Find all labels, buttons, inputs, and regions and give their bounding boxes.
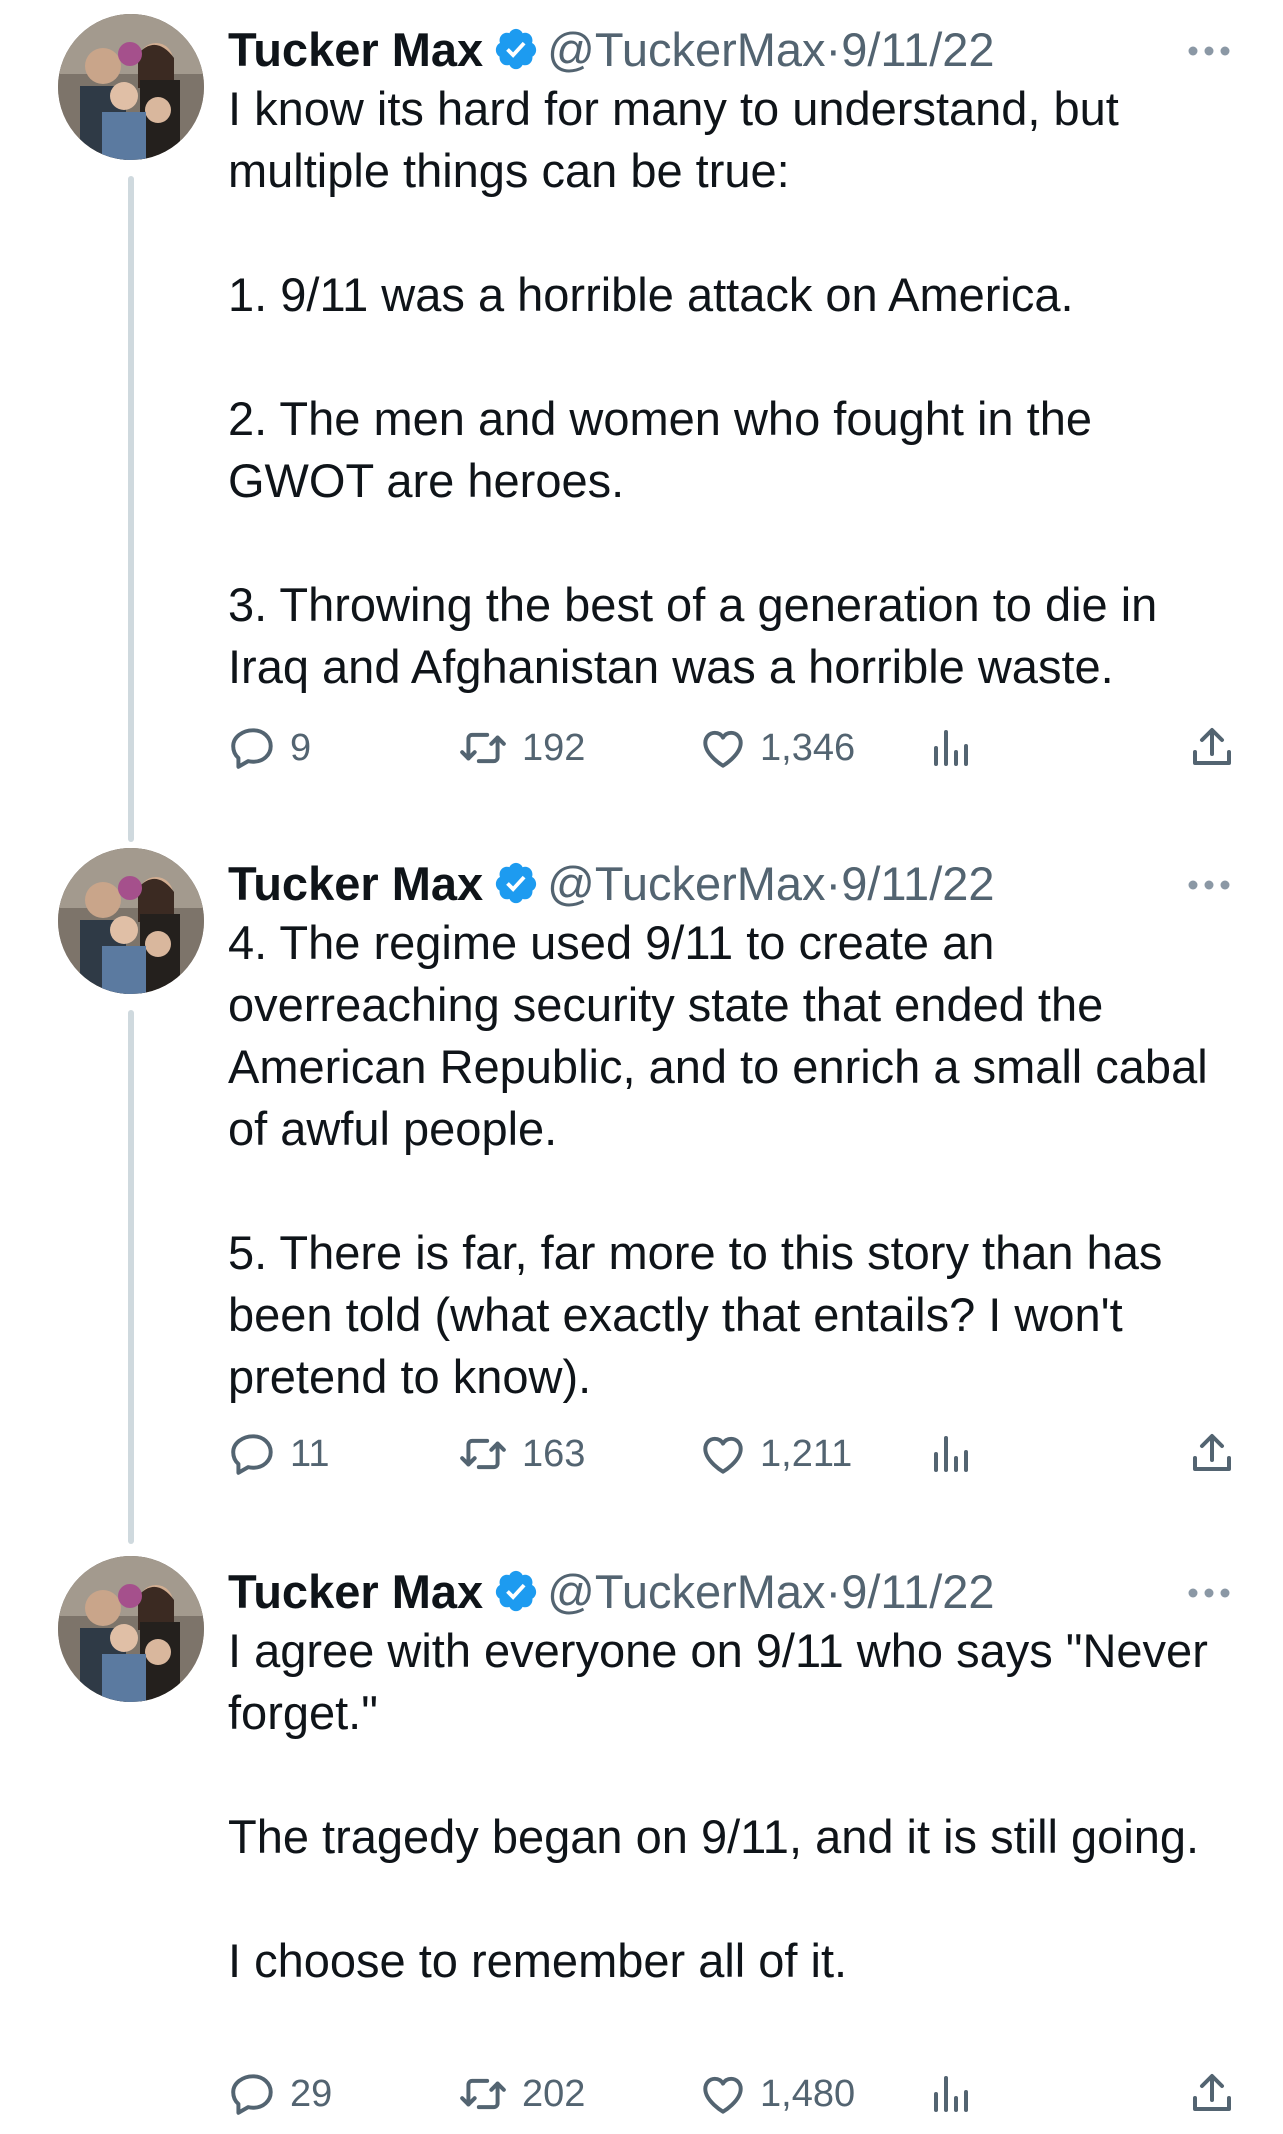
retweet-button[interactable]: 202 — [456, 2066, 585, 2122]
like-button[interactable]: 1,211 — [698, 1426, 852, 1482]
views-bars-icon — [928, 1429, 976, 1479]
heart-icon — [698, 1429, 748, 1479]
views-button[interactable] — [928, 2066, 976, 2122]
reply-count: 9 — [290, 726, 312, 769]
more-dots-icon[interactable] — [1187, 44, 1231, 56]
like-count: 1,480 — [760, 2072, 856, 2115]
author-handle[interactable]: @TuckerMax — [547, 857, 825, 910]
tweet-actions: 11 163 1,211 — [228, 1426, 1238, 1482]
tweet-text: 4. The regime used 9/11 to create an ove… — [228, 916, 1208, 1403]
thread-line — [128, 176, 134, 842]
reply-button[interactable]: 11 — [228, 1426, 329, 1482]
like-count: 1,346 — [760, 726, 856, 769]
reply-count: 29 — [290, 2072, 333, 2115]
verified-badge-icon — [493, 1568, 539, 1614]
avatar[interactable] — [58, 14, 204, 160]
verified-badge-icon — [493, 26, 539, 72]
tweet-date[interactable]: 9/11/22 — [841, 1565, 994, 1618]
share-upload-icon — [1188, 2069, 1236, 2119]
author-handle[interactable]: @TuckerMax — [547, 23, 825, 76]
heart-icon — [698, 2069, 748, 2119]
reply-bubble-icon — [228, 2069, 278, 2119]
views-button[interactable] — [928, 1426, 976, 1482]
like-button[interactable]: 1,346 — [698, 720, 855, 776]
verified-badge-icon — [493, 860, 539, 906]
retweet-icon — [456, 1429, 510, 1479]
reply-button[interactable]: 9 — [228, 720, 311, 776]
separator-dot: · — [825, 1565, 842, 1618]
more-dots-icon[interactable] — [1187, 1586, 1231, 1598]
share-upload-icon — [1188, 1429, 1236, 1479]
avatar[interactable] — [58, 1556, 204, 1702]
author-handle[interactable]: @TuckerMax — [547, 1565, 825, 1618]
separator-dot: · — [825, 23, 842, 76]
views-bars-icon — [928, 723, 976, 773]
heart-icon — [698, 723, 748, 773]
share-upload-icon — [1188, 723, 1236, 773]
share-button[interactable] — [1188, 2066, 1236, 2122]
retweet-count: 163 — [522, 1432, 586, 1475]
reply-bubble-icon — [228, 723, 278, 773]
author-name[interactable]: Tucker Max — [228, 1565, 483, 1618]
tweet-date[interactable]: 9/11/22 — [841, 857, 994, 910]
reply-bubble-icon — [228, 1429, 278, 1479]
retweet-button[interactable]: 192 — [456, 720, 585, 776]
views-button[interactable] — [928, 720, 976, 776]
tweet-text: I agree with everyone on 9/11 who says "… — [228, 1624, 1208, 1987]
retweet-icon — [456, 2069, 510, 2119]
author-name[interactable]: Tucker Max — [228, 857, 483, 910]
author-name[interactable]: Tucker Max — [228, 23, 483, 76]
tweet-actions: 9 192 1,346 — [228, 720, 1238, 776]
share-button[interactable] — [1188, 1426, 1236, 1482]
share-button[interactable] — [1188, 720, 1236, 776]
retweet-count: 202 — [522, 2072, 586, 2115]
tweet-actions: 29 202 1,480 — [228, 2066, 1238, 2122]
like-button[interactable]: 1,480 — [698, 2066, 855, 2122]
like-count: 1,211 — [760, 1432, 853, 1475]
retweet-button[interactable]: 163 — [456, 1426, 585, 1482]
tweet-header: Tucker Max @TuckerMax·9/11/22 — [228, 1562, 995, 1622]
tweet-header: Tucker Max @TuckerMax·9/11/22 — [228, 854, 995, 914]
retweet-count: 192 — [522, 726, 586, 769]
more-dots-icon[interactable] — [1187, 878, 1231, 890]
tweet-text: I know its hard for many to understand, … — [228, 82, 1158, 693]
reply-count: 11 — [290, 1432, 330, 1475]
tweet-date[interactable]: 9/11/22 — [841, 23, 994, 76]
retweet-icon — [456, 723, 510, 773]
thread-line — [128, 1010, 134, 1544]
reply-button[interactable]: 29 — [228, 2066, 332, 2122]
avatar[interactable] — [58, 848, 204, 994]
separator-dot: · — [825, 857, 842, 910]
views-bars-icon — [928, 2069, 976, 2119]
tweet-header: Tucker Max @TuckerMax·9/11/22 — [228, 20, 995, 80]
